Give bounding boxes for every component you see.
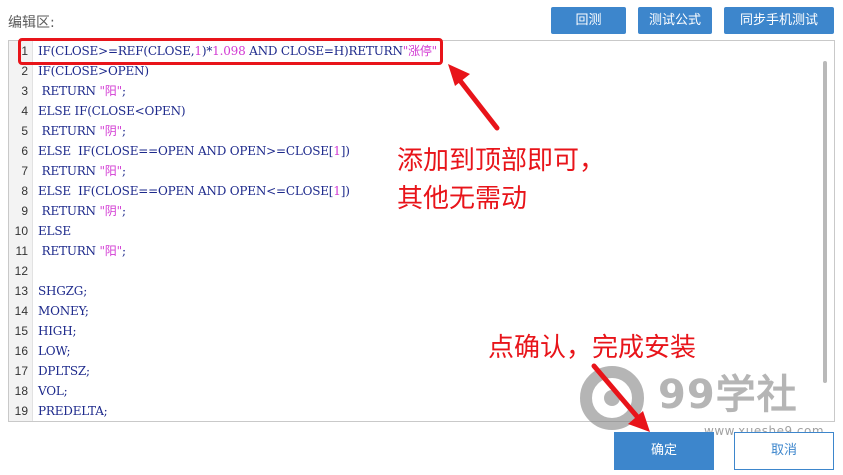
code-token: PREDELTA; bbox=[38, 404, 108, 418]
formula-editor-page: 编辑区: 回测 测试公式 同步手机测试 1 IF(CLOSE>=REF(CLOSE… bbox=[0, 0, 843, 475]
code-text: ELSE bbox=[38, 221, 71, 241]
code-line[interactable]: 14 MONEY; bbox=[9, 301, 799, 321]
line-number: 10 bbox=[14, 224, 28, 238]
line-number: 19 bbox=[14, 404, 28, 418]
code-text: LOW; bbox=[38, 341, 71, 361]
code-line[interactable]: 10 ELSE bbox=[9, 221, 799, 241]
line-number: 5 bbox=[21, 124, 28, 138]
code-text: RETURN "阴"; bbox=[38, 121, 126, 141]
code-token: ; bbox=[121, 244, 126, 258]
code-text: ELSE IF(CLOSE==OPEN AND OPEN<=CLOSE[1]) bbox=[38, 181, 350, 201]
ok-button[interactable]: 确定 bbox=[614, 432, 714, 470]
code-token: ELSE IF(CLOSE==OPEN AND OPEN>=CLOSE[ bbox=[38, 144, 334, 158]
code-token: DPLTSZ; bbox=[38, 364, 90, 378]
code-token: RETURN bbox=[38, 244, 100, 258]
code-text: DPLTSZ; bbox=[38, 361, 90, 381]
line-number: 11 bbox=[15, 244, 28, 258]
code-token: SHGZG; bbox=[38, 284, 88, 298]
line-number: 16 bbox=[14, 344, 28, 358]
code-line[interactable]: 5 RETURN "阴"; bbox=[9, 121, 799, 141]
line-number: 6 bbox=[21, 144, 28, 158]
code-token: ; bbox=[121, 84, 126, 98]
code-token: ]) bbox=[340, 184, 350, 198]
code-token: HIGH; bbox=[38, 324, 77, 338]
code-token: ; bbox=[121, 124, 126, 138]
code-token: LOW; bbox=[38, 344, 71, 358]
line-number: 9 bbox=[21, 204, 28, 218]
highlight-box-line-1 bbox=[18, 38, 443, 65]
editor-scrollbar[interactable] bbox=[823, 61, 827, 383]
code-text: ELSE IF(CLOSE<OPEN) bbox=[38, 101, 186, 121]
code-string: "阴" bbox=[99, 204, 122, 218]
annotation-add-to-top: 添加到顶部即可， bbox=[397, 146, 606, 176]
line-number: 13 bbox=[14, 284, 28, 298]
line-number: 8 bbox=[21, 184, 28, 198]
code-text: PREDELTA; bbox=[38, 401, 108, 421]
code-text: RETURN "阴"; bbox=[38, 201, 126, 221]
watermark-brand: 99学社 bbox=[658, 372, 798, 418]
code-token: RETURN bbox=[38, 124, 100, 138]
code-token: MONEY; bbox=[38, 304, 89, 318]
code-token: ELSE IF(CLOSE==OPEN AND OPEN<=CLOSE[ bbox=[38, 184, 334, 198]
code-text: ELSE IF(CLOSE==OPEN AND OPEN>=CLOSE[1]) bbox=[38, 141, 350, 161]
code-token: RETURN bbox=[38, 164, 100, 178]
line-number: 4 bbox=[21, 104, 28, 118]
annotation-no-other-changes: 其他无需动 bbox=[397, 184, 528, 214]
code-text: SHGZG; bbox=[38, 281, 87, 301]
code-text: RETURN "阳"; bbox=[38, 161, 126, 181]
code-line[interactable]: 13 SHGZG; bbox=[9, 281, 799, 301]
editor-label: 编辑区: bbox=[8, 15, 55, 31]
test-formula-button[interactable]: 测试公式 bbox=[638, 7, 712, 34]
cancel-button[interactable]: 取消 bbox=[734, 432, 834, 470]
code-token: IF(CLOSE>OPEN) bbox=[38, 64, 149, 78]
line-number: 14 bbox=[14, 304, 28, 318]
code-token: VOL; bbox=[38, 384, 68, 398]
code-token: RETURN bbox=[38, 84, 100, 98]
code-token: ; bbox=[121, 204, 126, 218]
code-line[interactable]: 12 bbox=[9, 261, 799, 281]
annotation-click-confirm: 点确认，完成安装 bbox=[488, 333, 697, 363]
code-token: ELSE bbox=[38, 224, 71, 238]
code-number: 1 bbox=[333, 184, 341, 198]
line-number: 3 bbox=[21, 84, 28, 98]
code-text: MONEY; bbox=[38, 301, 89, 321]
code-line[interactable]: 3 RETURN "阳"; bbox=[9, 81, 799, 101]
code-line[interactable]: 11 RETURN "阳"; bbox=[9, 241, 799, 261]
code-token: ]) bbox=[340, 144, 350, 158]
watermark: 99学社 www.xueshe9.com bbox=[572, 362, 824, 442]
sync-mobile-test-button[interactable]: 同步手机测试 bbox=[724, 7, 834, 34]
code-text: RETURN "阳"; bbox=[38, 241, 126, 261]
watermark-logo-icon bbox=[580, 366, 644, 430]
line-number: 7 bbox=[21, 164, 28, 178]
line-number: 15 bbox=[14, 324, 28, 338]
code-string: "阳" bbox=[99, 244, 122, 258]
line-number: 17 bbox=[14, 364, 28, 378]
line-number: 18 bbox=[14, 384, 28, 398]
code-string: "阳" bbox=[99, 84, 122, 98]
backtest-button[interactable]: 回测 bbox=[551, 7, 626, 34]
code-token: ; bbox=[121, 164, 126, 178]
code-string: "阴" bbox=[99, 124, 122, 138]
code-text: HIGH; bbox=[38, 321, 77, 341]
code-string: "阳" bbox=[99, 164, 122, 178]
code-text: VOL; bbox=[38, 381, 68, 401]
code-line[interactable]: 4 ELSE IF(CLOSE<OPEN) bbox=[9, 101, 799, 121]
line-number: 12 bbox=[14, 264, 28, 278]
code-text: RETURN "阳"; bbox=[38, 81, 126, 101]
code-number: 1 bbox=[333, 144, 341, 158]
code-token: ELSE IF(CLOSE<OPEN) bbox=[38, 104, 186, 118]
code-token: RETURN bbox=[38, 204, 100, 218]
